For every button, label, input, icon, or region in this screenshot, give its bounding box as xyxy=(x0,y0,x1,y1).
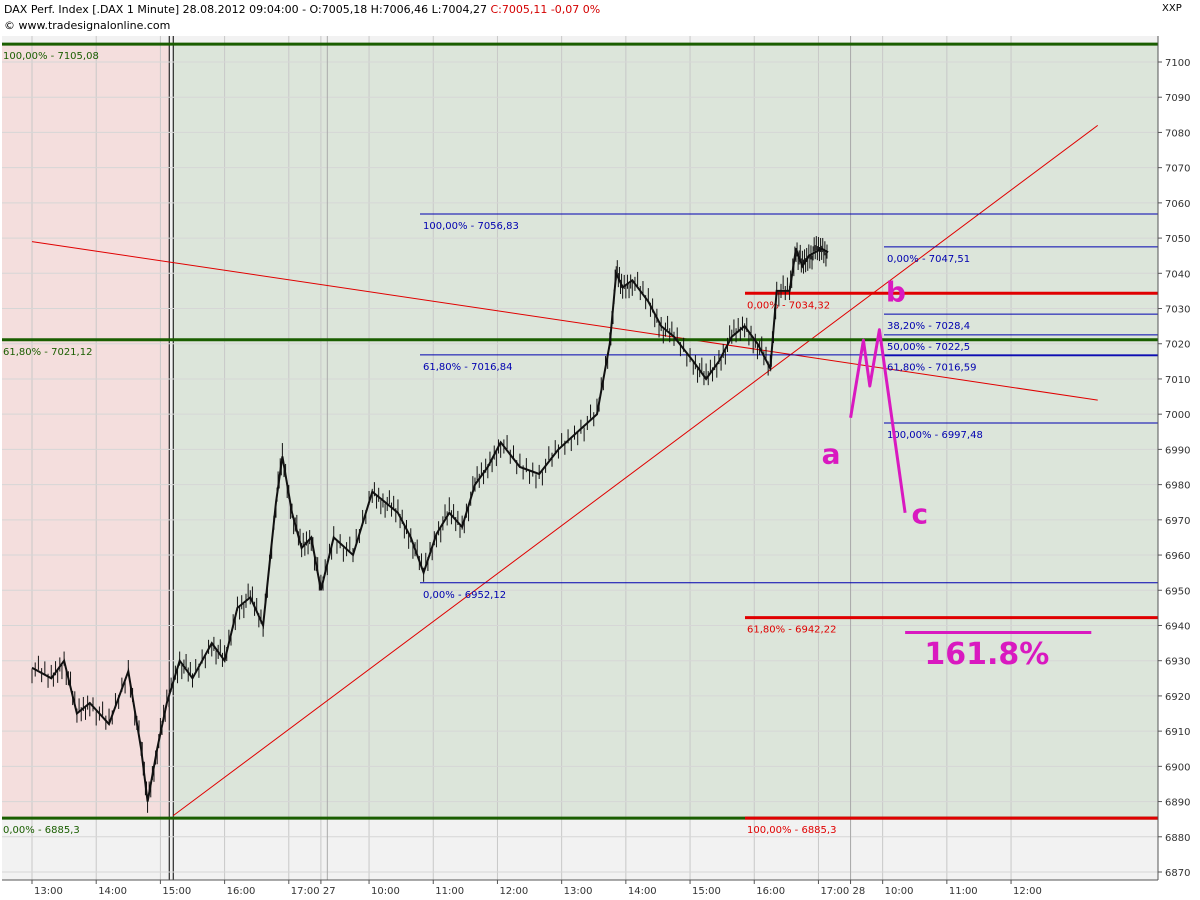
y-tick-label: 6900 xyxy=(1165,762,1190,773)
level-label: 100,00% - 6997,48 xyxy=(887,430,983,441)
x-tick-label: 10:00 xyxy=(371,886,400,897)
y-tick-label: 6910 xyxy=(1165,727,1190,738)
x-tick-label: 15:00 xyxy=(162,886,191,897)
level-label: 0,00% - 7047,51 xyxy=(887,254,970,265)
level-label: 61,80% - 7016,84 xyxy=(423,362,512,373)
x-tick-label: 17:00 xyxy=(820,886,849,897)
level-label: 100,00% - 6885,3 xyxy=(747,825,836,836)
level-label: 50,00% - 7022,5 xyxy=(887,342,970,353)
y-tick-label: 6950 xyxy=(1165,586,1190,597)
left-range-zone xyxy=(2,44,169,818)
x-tick-label: 11:00 xyxy=(435,886,464,897)
y-tick-label: 7050 xyxy=(1165,234,1190,245)
y-tick-label: 6980 xyxy=(1165,481,1190,492)
y-tick-label: 6920 xyxy=(1165,692,1190,703)
wave-annotation: b xyxy=(886,275,906,308)
price-chart[interactable]: 100,00% - 7105,08 61,80% - 7021,12 0,00% -… xyxy=(0,0,1200,900)
x-tick-label: 13:00 xyxy=(564,886,593,897)
x-tick-label: 15:00 xyxy=(692,886,721,897)
x-tick-label: 17:00 xyxy=(291,886,320,897)
wave-annotation: a xyxy=(822,437,841,470)
y-axis-panel xyxy=(1158,36,1200,880)
wave-annotation: 161.8% xyxy=(924,637,1049,672)
y-tick-label: 6870 xyxy=(1165,868,1190,879)
y-tick-label: 6970 xyxy=(1165,516,1190,527)
x-tick-label: 28 xyxy=(853,886,866,897)
y-tick-label: 7020 xyxy=(1165,340,1190,351)
y-tick-label: 7090 xyxy=(1165,93,1190,104)
level-label: 38,20% - 7028,4 xyxy=(887,321,970,332)
y-tick-label: 7060 xyxy=(1165,199,1190,210)
level-label: 100,00% - 7105,08 xyxy=(3,51,99,62)
y-tick-label: 6880 xyxy=(1165,833,1190,844)
y-tick-label: 7010 xyxy=(1165,375,1190,386)
chart-background xyxy=(2,36,1158,880)
y-tick-label: 6990 xyxy=(1165,445,1190,456)
level-label: 0,00% - 6952,12 xyxy=(423,590,506,601)
x-tick-label: 11:00 xyxy=(949,886,978,897)
y-tick-label: 7040 xyxy=(1165,269,1190,280)
y-tick-label: 6940 xyxy=(1165,621,1190,632)
y-tick-label: 7070 xyxy=(1165,164,1190,175)
x-tick-label: 14:00 xyxy=(628,886,657,897)
x-tick-label: 14:00 xyxy=(98,886,127,897)
level-label: 0,00% - 6885,3 xyxy=(3,825,80,836)
level-label: 61,80% - 7021,12 xyxy=(3,347,92,358)
y-tick-label: 7080 xyxy=(1165,128,1190,139)
x-tick-label: 16:00 xyxy=(227,886,256,897)
x-tick-label: 16:00 xyxy=(756,886,785,897)
level-label: 61,80% - 6942,22 xyxy=(747,625,836,636)
y-tick-label: 6890 xyxy=(1165,798,1190,809)
level-label: 100,00% - 7056,83 xyxy=(423,221,519,232)
y-tick-label: 7030 xyxy=(1165,305,1190,316)
x-tick-label: 12:00 xyxy=(1013,886,1042,897)
x-tick-label: 12:00 xyxy=(499,886,528,897)
level-label: 0,00% - 7034,32 xyxy=(747,300,830,311)
x-tick-label: 10:00 xyxy=(885,886,914,897)
y-tick-label: 7000 xyxy=(1165,410,1190,421)
x-tick-label: 27 xyxy=(323,886,336,897)
y-tick-label: 7100 xyxy=(1165,58,1190,69)
level-label: 61,80% - 7016,59 xyxy=(887,363,976,374)
x-tick-label: 13:00 xyxy=(34,886,63,897)
wave-annotation: c xyxy=(912,497,929,530)
y-tick-label: 6960 xyxy=(1165,551,1190,562)
y-tick-label: 6930 xyxy=(1165,657,1190,668)
